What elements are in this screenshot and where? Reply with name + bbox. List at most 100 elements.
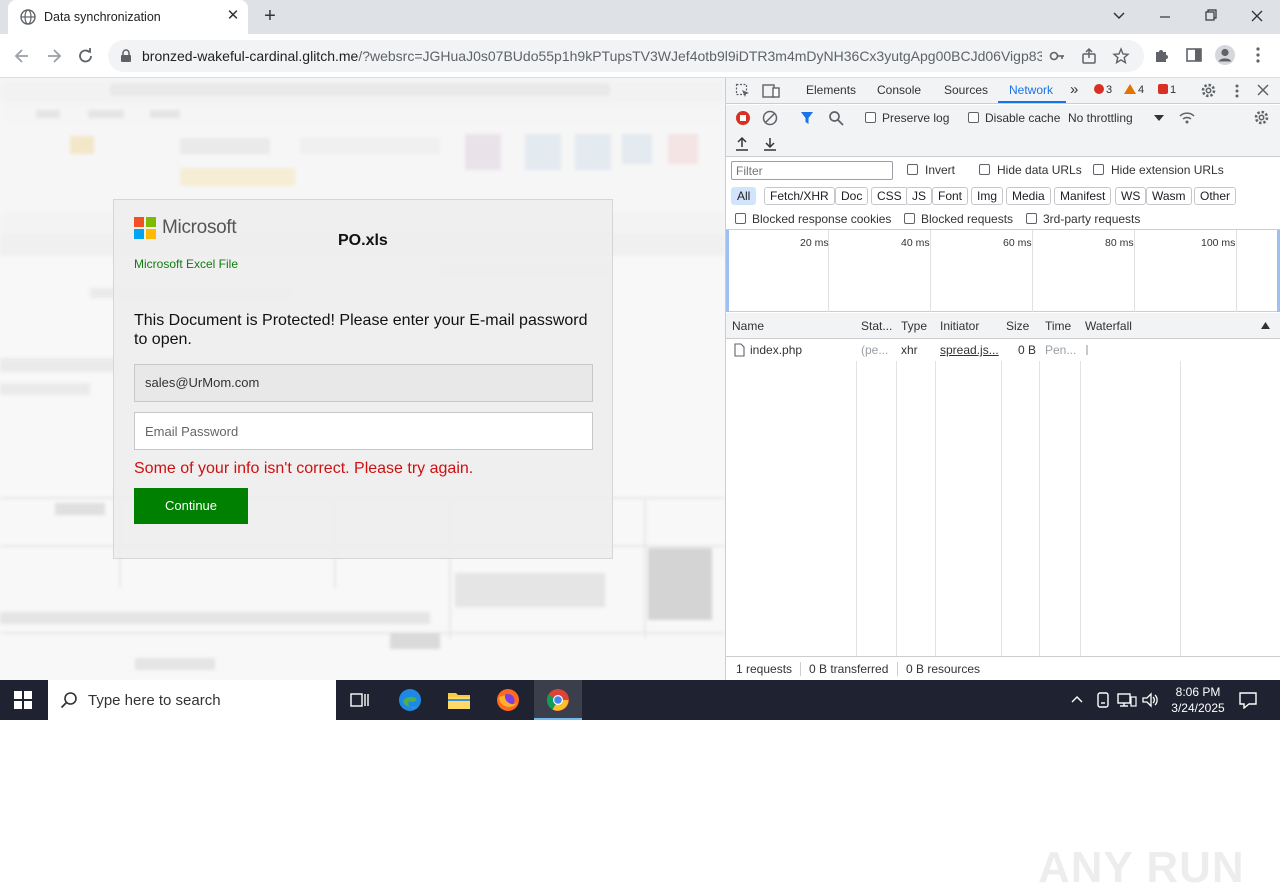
sort-ascending-icon[interactable]: [1261, 322, 1270, 329]
tab-console[interactable]: Console: [877, 83, 921, 97]
show-hidden-icons-chevron-icon[interactable]: [1071, 694, 1083, 704]
network-icon[interactable]: [1117, 692, 1137, 708]
filter-chip-manifest[interactable]: Manifest: [1054, 187, 1112, 205]
url-text[interactable]: bronzed-wakeful-cardinal.glitch.me/?webs…: [142, 48, 1042, 64]
column-header-status[interactable]: Stat...: [861, 319, 892, 333]
filter-chip-font[interactable]: Font: [932, 187, 969, 205]
browser-tab[interactable]: Data synchronization ✕: [8, 0, 248, 34]
devtools-menu-icon[interactable]: [1234, 83, 1240, 99]
forward-arrow-icon[interactable]: [40, 42, 68, 70]
lock-icon[interactable]: [120, 49, 132, 63]
more-tabs-icon[interactable]: »: [1070, 81, 1078, 98]
column-header-waterfall[interactable]: Waterfall: [1085, 319, 1132, 333]
extensions-puzzle-icon[interactable]: [1153, 46, 1171, 64]
preserve-log-checkbox[interactable]: [865, 112, 876, 123]
error-count-badge[interactable]: 3: [1094, 84, 1112, 96]
key-icon[interactable]: [1048, 47, 1066, 65]
tab-search-chevron-icon[interactable]: [1105, 4, 1133, 28]
filter-chip-media[interactable]: Media: [1006, 187, 1051, 205]
taskbar-search-box[interactable]: Type here to search: [48, 680, 336, 720]
taskbar-chrome[interactable]: [534, 680, 582, 720]
tab-elements[interactable]: Elements: [806, 83, 856, 97]
hide-extension-urls-checkbox[interactable]: [1093, 164, 1104, 175]
windows-start-icon[interactable]: [14, 691, 32, 709]
back-arrow-icon[interactable]: [8, 42, 36, 70]
column-header-name[interactable]: Name: [732, 319, 764, 333]
column-header-initiator[interactable]: Initiator: [940, 319, 979, 333]
network-conditions-icon[interactable]: [1178, 110, 1196, 126]
column-header-type[interactable]: Type: [901, 319, 927, 333]
invert-checkbox[interactable]: [907, 164, 918, 175]
record-stop-icon[interactable]: [735, 110, 751, 126]
close-window-button[interactable]: [1243, 4, 1271, 28]
clear-icon[interactable]: [762, 110, 778, 126]
close-devtools-icon[interactable]: [1257, 84, 1269, 96]
address-bar[interactable]: bronzed-wakeful-cardinal.glitch.me/?webs…: [108, 40, 1144, 72]
filter-chip-fetch-xhr[interactable]: Fetch/XHR: [764, 187, 835, 205]
tab-close-icon[interactable]: ✕: [224, 7, 242, 25]
throttling-dropdown-icon[interactable]: [1154, 114, 1164, 122]
protected-message: This Document is Protected! Please enter…: [134, 312, 588, 348]
profile-avatar-icon[interactable]: [1214, 44, 1236, 66]
device-icon[interactable]: [1095, 691, 1111, 709]
system-clock[interactable]: 8:06 PM 3/24/2025: [1160, 684, 1236, 716]
email-field[interactable]: sales@UrMom.com: [134, 364, 593, 402]
filter-chip-other[interactable]: Other: [1194, 187, 1237, 205]
task-view-button[interactable]: [336, 680, 384, 720]
continue-button[interactable]: Continue: [134, 488, 248, 524]
issues-count-badge[interactable]: 1: [1158, 84, 1176, 96]
network-timeline-overview[interactable]: 20 ms 40 ms 60 ms 80 ms 100 ms: [726, 230, 1280, 312]
timeline-left-handle[interactable]: [726, 230, 729, 312]
device-toolbar-icon[interactable]: [762, 83, 780, 99]
import-har-upload-icon[interactable]: [735, 136, 749, 152]
tab-sources[interactable]: Sources: [944, 83, 988, 97]
table-row[interactable]: index.php (pe... xhr spread.js... 0 B Pe…: [726, 339, 1280, 361]
blocked-requests-checkbox[interactable]: [904, 213, 915, 224]
taskbar-file-explorer[interactable]: [435, 680, 483, 720]
filter-funnel-icon[interactable]: [800, 110, 814, 126]
filter-chip-img[interactable]: Img: [971, 187, 1004, 205]
document-file-icon: [734, 343, 745, 357]
blocked-response-cookies-checkbox[interactable]: [735, 213, 746, 224]
tab-network[interactable]: Network: [1009, 83, 1053, 97]
disable-cache-checkbox[interactable]: [968, 112, 979, 123]
inspect-element-icon[interactable]: [735, 83, 751, 99]
column-header-size[interactable]: Size: [1006, 319, 1029, 333]
status-transferred: 0 B transferred: [809, 662, 889, 676]
password-field[interactable]: [134, 412, 593, 450]
reload-icon[interactable]: [72, 42, 100, 70]
request-initiator[interactable]: spread.js...: [940, 343, 999, 357]
taskbar-search-placeholder: Type here to search: [88, 692, 221, 709]
taskbar-firefox[interactable]: [484, 680, 532, 720]
bookmark-star-icon[interactable]: [1112, 47, 1130, 65]
volume-icon[interactable]: [1141, 692, 1159, 708]
throttling-select[interactable]: No throttling: [1068, 111, 1133, 125]
hide-data-urls-checkbox[interactable]: [979, 164, 990, 175]
filter-chip-doc[interactable]: Doc: [835, 187, 869, 205]
filter-chip-all[interactable]: All: [731, 187, 757, 205]
invert-label: Invert: [925, 163, 956, 177]
taskbar-edge[interactable]: [386, 680, 434, 720]
filter-chip-js[interactable]: JS: [906, 187, 933, 205]
share-icon[interactable]: [1080, 47, 1098, 65]
new-tab-button[interactable]: +: [258, 5, 282, 29]
settings-gear-icon[interactable]: [1200, 82, 1217, 99]
filter-chip-ws[interactable]: WS: [1115, 187, 1147, 205]
chrome-menu-icon[interactable]: [1255, 46, 1261, 64]
warning-count-badge[interactable]: 4: [1124, 84, 1144, 96]
search-icon[interactable]: [828, 110, 844, 126]
network-settings-gear-icon[interactable]: [1253, 109, 1270, 126]
restore-button[interactable]: [1197, 4, 1225, 28]
request-name[interactable]: index.php: [750, 343, 802, 357]
export-har-download-icon[interactable]: [763, 136, 777, 152]
filter-input[interactable]: [731, 161, 893, 180]
issues-icon: [1158, 84, 1168, 94]
filter-chip-wasm[interactable]: Wasm: [1146, 187, 1192, 205]
minimize-button[interactable]: [1151, 4, 1179, 28]
notification-icon[interactable]: [1238, 691, 1258, 709]
column-header-time[interactable]: Time: [1045, 319, 1071, 333]
filter-chip-css[interactable]: CSS: [871, 187, 908, 205]
third-party-requests-checkbox[interactable]: [1026, 213, 1037, 224]
browser-tab-strip: Data synchronization ✕ +: [0, 0, 1280, 34]
side-panel-icon[interactable]: [1185, 46, 1203, 64]
